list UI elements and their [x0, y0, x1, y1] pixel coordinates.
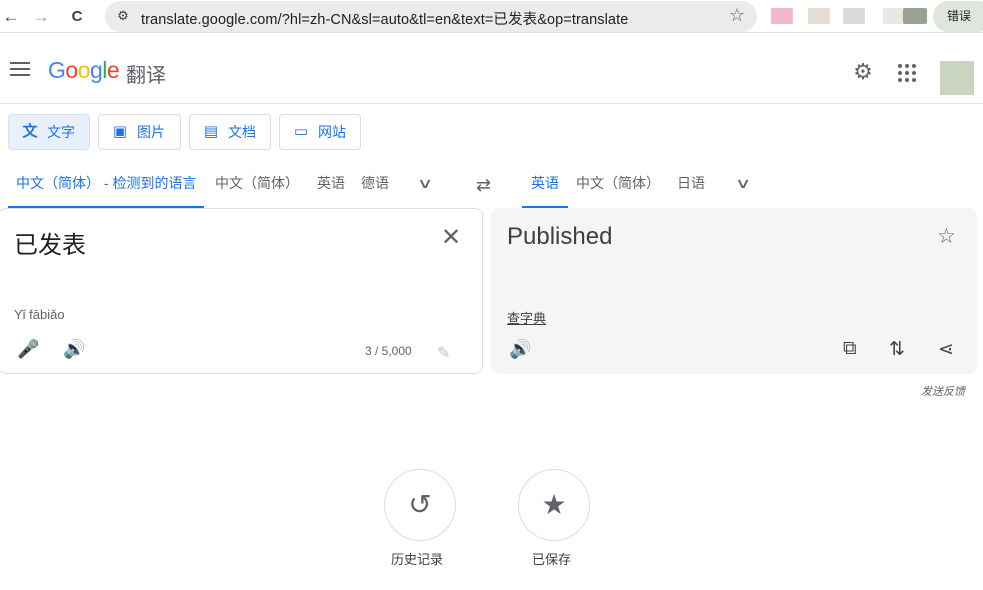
- send-feedback-link[interactable]: 发送反馈: [921, 383, 965, 399]
- menu-icon[interactable]: [10, 62, 30, 76]
- google-logo[interactable]: Google: [48, 57, 120, 84]
- mode-image-button[interactable]: ▣ 图片: [98, 114, 181, 150]
- speaker-icon[interactable]: 🔊: [509, 339, 531, 360]
- logo-letter: o: [77, 57, 91, 83]
- source-lang-german[interactable]: 德语: [361, 168, 389, 208]
- saved-button[interactable]: ★: [518, 469, 590, 541]
- bookmark-star-icon[interactable]: ☆: [729, 5, 745, 26]
- site-info-icon[interactable]: ⚙: [113, 6, 133, 26]
- target-language-bar: 英语 中文（简体） 日语 ∨: [522, 168, 782, 208]
- source-panel: 已发表 ✕ Yǐ fābiǎo 🎤 🔊 3 / 5,000 ✎: [0, 208, 483, 374]
- extension-icon[interactable]: [771, 8, 793, 24]
- mode-label: 图片: [137, 124, 165, 140]
- mode-label: 网站: [318, 124, 346, 140]
- extension-icon[interactable]: [808, 8, 830, 24]
- pencil-icon[interactable]: ✎: [437, 343, 450, 363]
- translation-output: Published: [507, 223, 613, 250]
- speaker-icon[interactable]: 🔊: [63, 339, 85, 360]
- clear-icon[interactable]: ✕: [441, 226, 461, 250]
- star-filled-icon: ★: [541, 489, 567, 520]
- mode-text-button[interactable]: 文 文字: [8, 114, 90, 150]
- swap-languages-icon[interactable]: ⇄: [476, 175, 491, 196]
- website-icon: ▭: [293, 123, 309, 140]
- settings-icon[interactable]: ⚙: [851, 60, 875, 84]
- logo-letter: g: [89, 57, 103, 83]
- address-bar[interactable]: ⚙ translate.google.com/?hl=zh-CN&sl=auto…: [105, 1, 757, 32]
- extension-icon[interactable]: [883, 8, 905, 24]
- copy-icon[interactable]: ⧉: [843, 338, 857, 360]
- extension-icon[interactable]: [903, 8, 927, 24]
- apps-grid-icon[interactable]: [898, 64, 916, 82]
- source-text-input[interactable]: 已发表: [14, 225, 86, 260]
- rate-translation-icon[interactable]: ⇅: [889, 338, 905, 361]
- target-lang-japanese[interactable]: 日语: [677, 168, 705, 208]
- app-header: Google 翻译 ⚙: [0, 40, 983, 104]
- character-count: 3 / 5,000: [365, 344, 412, 358]
- target-lang-chinese[interactable]: 中文（简体）: [576, 168, 660, 208]
- star-icon[interactable]: ☆: [937, 224, 956, 249]
- source-lang-chinese[interactable]: 中文（简体）: [215, 168, 299, 208]
- browser-toolbar: ← → C ⚙ translate.google.com/?hl=zh-CN&s…: [0, 0, 983, 33]
- source-language-bar: 中文（简体） - 检测到的语言 中文（简体） 英语 德语 ∨: [8, 168, 458, 208]
- reload-icon[interactable]: C: [66, 6, 88, 28]
- chevron-down-icon[interactable]: ∨: [735, 175, 751, 192]
- extension-icon[interactable]: [843, 8, 865, 24]
- saved-label: 已保存: [532, 552, 572, 567]
- mode-label: 文字: [47, 124, 75, 140]
- history-label: 历史记录: [391, 552, 444, 567]
- translate-icon: 文: [22, 123, 38, 140]
- mode-document-button[interactable]: ▤ 文档: [189, 114, 271, 150]
- dictionary-link[interactable]: 查字典: [507, 308, 546, 327]
- error-chip[interactable]: 错误: [933, 1, 983, 32]
- share-icon[interactable]: ⋖: [938, 338, 954, 361]
- source-pinyin: Yǐ fābiǎo: [14, 307, 65, 322]
- product-name: 翻译: [126, 65, 166, 87]
- logo-letter: G: [48, 57, 66, 83]
- history-icon: ↺: [408, 489, 432, 520]
- microphone-icon[interactable]: 🎤: [17, 339, 39, 360]
- forward-icon[interactable]: →: [30, 6, 52, 28]
- source-lang-english[interactable]: 英语: [317, 168, 345, 208]
- url-text[interactable]: translate.google.com/?hl=zh-CN&sl=auto&t…: [141, 8, 628, 29]
- document-icon: ▤: [203, 123, 219, 140]
- logo-letter: o: [65, 57, 78, 83]
- source-lang-detected[interactable]: 中文（简体） - 检测到的语言: [8, 168, 205, 208]
- target-lang-english[interactable]: 英语: [522, 168, 568, 208]
- mode-website-button[interactable]: ▭ 网站: [279, 114, 361, 150]
- back-icon[interactable]: ←: [0, 6, 22, 28]
- history-button[interactable]: ↺: [384, 469, 456, 541]
- target-panel: Published ☆ 查字典 🔊 ⧉ ⇅ ⋖: [491, 208, 977, 374]
- chevron-down-icon[interactable]: ∨: [417, 175, 433, 192]
- image-icon: ▣: [112, 123, 128, 140]
- avatar[interactable]: [940, 61, 974, 95]
- logo-letter: e: [106, 57, 120, 83]
- mode-label: 文档: [228, 124, 256, 140]
